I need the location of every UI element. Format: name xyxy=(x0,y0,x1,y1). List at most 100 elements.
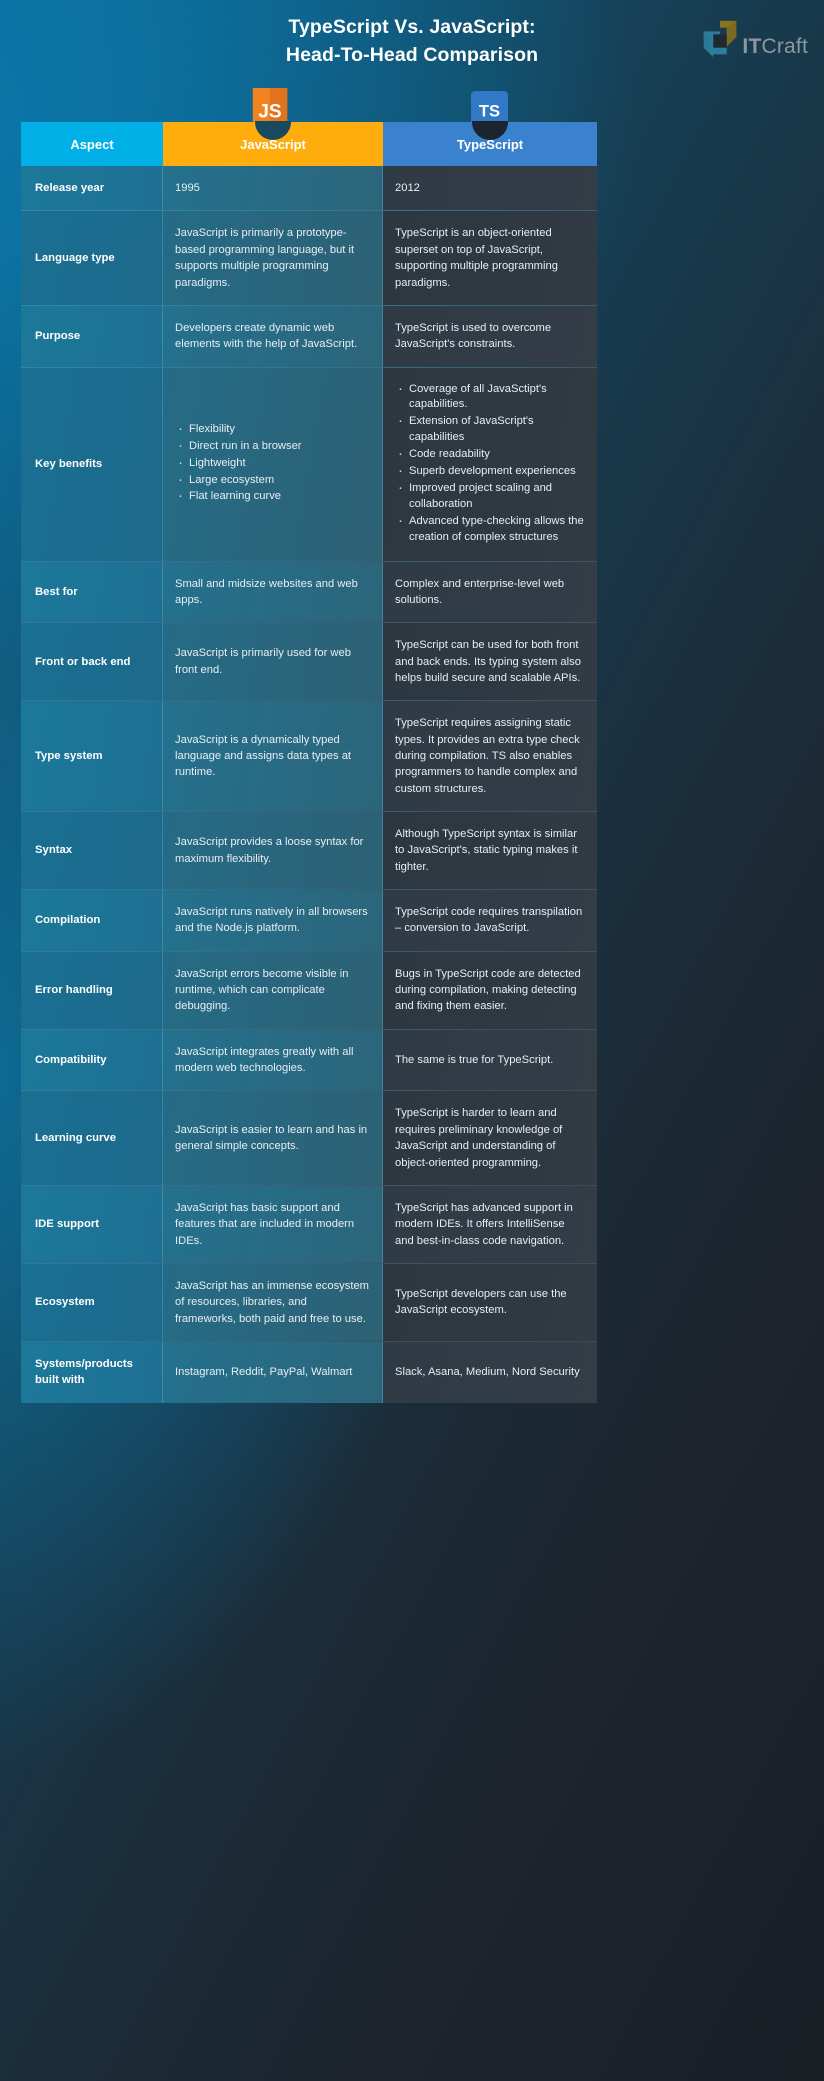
row-javascript-cell: JavaScript has an immense ecosystem of r… xyxy=(163,1263,383,1341)
table-row: Key benefits FlexibilityDirect run in a … xyxy=(21,366,597,561)
table-body: Release year 1995 2012 Language type Jav… xyxy=(21,166,597,1403)
row-typescript-cell: TypeScript is used to overcome JavaScrip… xyxy=(383,305,597,367)
row-typescript-cell: TypeScript is harder to learn and requir… xyxy=(383,1091,597,1185)
list-item: Flat learning curve xyxy=(178,487,302,505)
javascript-text: JavaScript integrates greatly with all m… xyxy=(175,1045,354,1075)
aspect-text: Compilation xyxy=(35,914,101,927)
column-header-aspect-label: Aspect xyxy=(70,136,114,152)
row-javascript-cell: Small and midsize websites and web apps. xyxy=(163,561,383,623)
table-row: Purpose Developers create dynamic web el… xyxy=(21,304,597,367)
aspect-text: Syntax xyxy=(35,844,73,857)
it-craft-logo-mark xyxy=(704,20,737,58)
typescript-text: TypeScript developers can use the JavaSc… xyxy=(395,1288,567,1317)
typescript-text: TypeScript can be used for both front an… xyxy=(395,639,581,684)
table-row: Language type JavaScript is primarily a … xyxy=(21,210,597,305)
row-aspect-label: Language type xyxy=(21,211,163,305)
aspect-text: Front or back end xyxy=(35,655,131,668)
list-item: Extension of JavaScript's capabilities xyxy=(398,412,585,446)
aspect-text: Learning curve xyxy=(35,1131,116,1144)
javascript-text: JavaScript is primarily used for web fro… xyxy=(175,647,351,676)
row-javascript-cell: JavaScript provides a loose syntax for m… xyxy=(163,812,383,890)
list-item: Lightweight xyxy=(178,454,302,472)
typescript-text: TypeScript code requires transpilation –… xyxy=(395,906,583,935)
row-aspect-label: Error handling xyxy=(21,951,163,1029)
row-aspect-label: Systems/products built with xyxy=(21,1341,163,1403)
row-aspect-label: Key benefits xyxy=(21,367,163,561)
row-aspect-label: Type system xyxy=(21,701,163,812)
it-craft-logo: ITCraft xyxy=(697,18,808,64)
row-typescript-cell: Coverage of all JavaSctipt's capabilitie… xyxy=(383,367,597,561)
row-javascript-cell: JavaScript integrates greatly with all m… xyxy=(163,1029,383,1091)
row-typescript-cell: TypeScript code requires transpilation –… xyxy=(383,890,597,951)
row-javascript-cell: Instagram, Reddit, PayPal, Walmart xyxy=(163,1341,383,1403)
it-craft-logo-text: ITCraft xyxy=(742,35,808,59)
typescript-text: The same is true for TypeScript. xyxy=(395,1053,554,1066)
typescript-text: TypeScript is used to overcome JavaScrip… xyxy=(395,321,552,351)
table-row: Learning curve JavaScript is easier to l… xyxy=(21,1090,597,1185)
row-aspect-label: Syntax xyxy=(21,812,163,890)
typescript-text: Complex and enterprise-level web solutio… xyxy=(395,577,565,606)
table-row: Release year 1995 2012 xyxy=(21,166,597,211)
typescript-benefits-list: Coverage of all JavaSctipt's capabilitie… xyxy=(395,380,585,547)
row-javascript-cell: Developers create dynamic web elements w… xyxy=(163,305,383,367)
comparison-table: Aspect JavaScript TypeScript Release yea… xyxy=(21,121,597,1403)
table-row: IDE support JavaScript has basic support… xyxy=(21,1184,597,1263)
aspect-text: Type system xyxy=(35,749,103,762)
table-row: Systems/products built with Instagram, R… xyxy=(21,1340,597,1403)
javascript-text: 1995 xyxy=(175,182,200,195)
row-typescript-cell: TypeScript can be used for both front an… xyxy=(383,623,597,701)
row-aspect-label: Release year xyxy=(21,166,163,211)
column-header-typescript: TypeScript xyxy=(383,121,597,166)
row-typescript-cell: Complex and enterprise-level web solutio… xyxy=(383,561,597,623)
table-row: Type system JavaScript is a dynamically … xyxy=(21,700,597,812)
javascript-text: Small and midsize websites and web apps. xyxy=(175,577,358,606)
row-aspect-label: Learning curve xyxy=(21,1091,163,1185)
list-item: Advanced type-checking allows the creati… xyxy=(398,512,585,546)
typescript-text: Although TypeScript syntax is similar to… xyxy=(395,828,578,873)
typescript-text: TypeScript requires assigning static typ… xyxy=(395,717,580,795)
list-item: Large ecosystem xyxy=(178,471,302,489)
javascript-text: JavaScript provides a loose syntax for m… xyxy=(175,836,364,865)
row-aspect-label: Front or back end xyxy=(21,623,163,701)
list-item: Direct run in a browser xyxy=(178,437,302,455)
javascript-text: JavaScript is a dynamically typed langua… xyxy=(175,733,352,779)
row-typescript-cell: TypeScript requires assigning static typ… xyxy=(383,701,597,812)
typescript-text: 2012 xyxy=(395,182,420,195)
row-typescript-cell: TypeScript is an object-oriented superse… xyxy=(383,211,597,305)
row-javascript-cell: JavaScript errors become visible in runt… xyxy=(163,951,383,1029)
table-row: Error handling JavaScript errors become … xyxy=(21,950,597,1029)
page-title-line-1: TypeScript Vs. JavaScript: xyxy=(288,16,536,38)
table-row: Compatibility JavaScript integrates grea… xyxy=(21,1028,597,1091)
row-typescript-cell: Bugs in TypeScript code are detected dur… xyxy=(383,951,597,1029)
table-row: Front or back end JavaScript is primaril… xyxy=(21,622,597,701)
javascript-text: JavaScript is easier to learn and has in… xyxy=(175,1123,368,1153)
aspect-text: Compatibility xyxy=(35,1053,107,1066)
aspect-text: IDE support xyxy=(35,1218,100,1231)
typescript-text: TypeScript has advanced support in moder… xyxy=(395,1201,573,1247)
aspect-text: Ecosystem xyxy=(35,1296,95,1309)
javascript-text: JavaScript runs natively in all browsers… xyxy=(175,906,368,935)
aspect-text: Key benefits xyxy=(35,457,103,470)
table-row: Ecosystem JavaScript has an immense ecos… xyxy=(21,1262,597,1341)
table-header-row: Aspect JavaScript TypeScript xyxy=(21,121,597,166)
infographic-header: TypeScript Vs. JavaScript: Head-To-Head … xyxy=(0,0,824,120)
aspect-text: Language type xyxy=(35,251,115,264)
javascript-text: JavaScript is primarily a prototype-base… xyxy=(175,227,355,289)
typescript-text: TypeScript is harder to learn and requir… xyxy=(395,1107,563,1169)
row-javascript-cell: 1995 xyxy=(163,166,383,211)
row-javascript-cell: JavaScript is a dynamically typed langua… xyxy=(163,701,383,812)
typescript-text: Slack, Asana, Medium, Nord Security xyxy=(395,1366,580,1379)
list-item: Coverage of all JavaSctipt's capabilitie… xyxy=(398,380,585,414)
typescript-text: Bugs in TypeScript code are detected dur… xyxy=(395,967,581,1013)
aspect-text: Best for xyxy=(35,585,78,598)
javascript-text: JavaScript errors become visible in runt… xyxy=(175,967,349,1013)
aspect-text: Error handling xyxy=(35,984,113,997)
aspect-text: Release year xyxy=(35,182,105,194)
row-javascript-cell: FlexibilityDirect run in a browserLightw… xyxy=(163,367,383,561)
typescript-text: TypeScript is an object-oriented superse… xyxy=(395,227,558,289)
row-aspect-label: Compatibility xyxy=(21,1029,163,1091)
row-javascript-cell: JavaScript is primarily a prototype-base… xyxy=(163,211,383,305)
column-header-aspect: Aspect xyxy=(21,122,163,166)
row-javascript-cell: JavaScript is primarily used for web fro… xyxy=(163,623,383,701)
aspect-text: Purpose xyxy=(35,329,81,342)
